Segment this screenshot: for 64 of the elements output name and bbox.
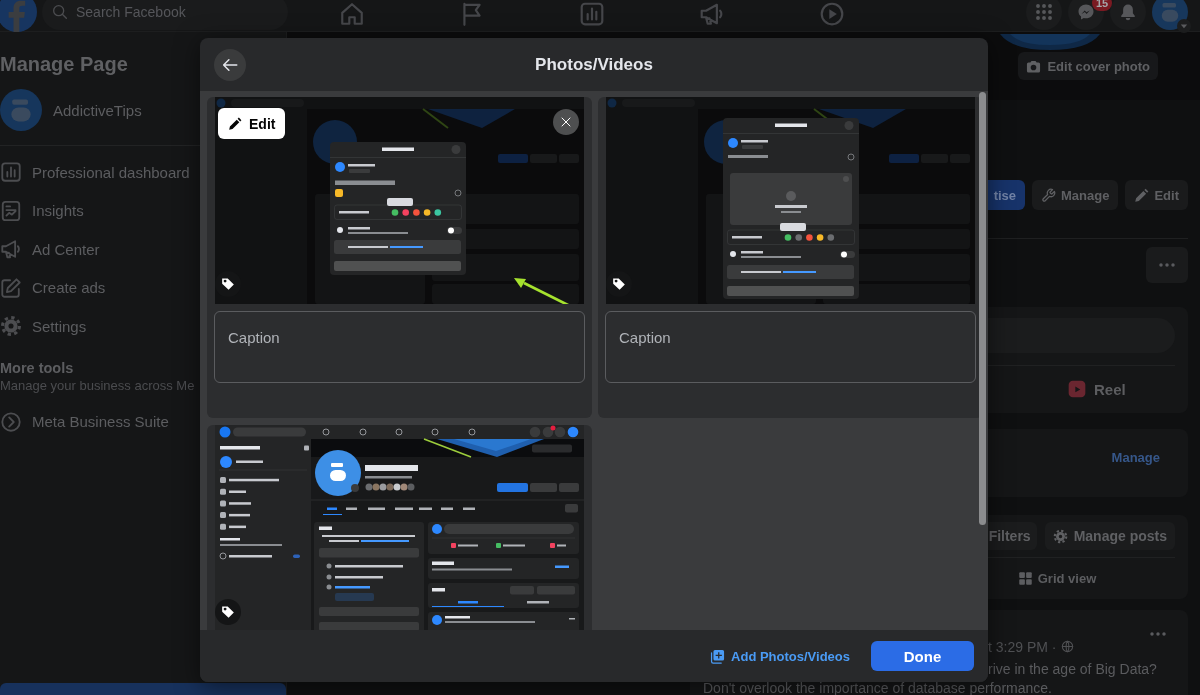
grid-view-icon [1017, 570, 1033, 586]
wrench-icon [1041, 187, 1057, 203]
avatar-icon [0, 89, 42, 131]
edit-button[interactable]: Edit [218, 108, 286, 139]
sidebar-item[interactable]: Settings [0, 307, 87, 346]
pencil-icon [1134, 187, 1150, 203]
sidebar-item[interactable]: Ad Center [0, 230, 100, 269]
reel-button[interactable]: Reel [1066, 379, 1126, 399]
menu-button[interactable] [1026, 0, 1062, 30]
gear-icon [0, 315, 22, 338]
search-icon [52, 4, 68, 20]
tag-icon [612, 277, 626, 291]
grid-icon [1035, 3, 1053, 21]
close-icon [560, 116, 572, 128]
dots-icon [1159, 263, 1175, 267]
grid-view-tab[interactable]: Grid view [1017, 570, 1097, 586]
section-title: More tools [0, 358, 74, 377]
search-field[interactable]: Search Facebook [42, 0, 288, 30]
scrollbar[interactable] [979, 92, 986, 525]
sidebar-item[interactable]: Insights [0, 191, 84, 230]
reel-icon [1066, 379, 1087, 399]
home-icon[interactable] [339, 1, 365, 27]
tag-icon [221, 605, 235, 619]
sidebar-item[interactable]: Meta Business Suite [0, 402, 169, 441]
caption-field[interactable]: Caption [214, 311, 585, 383]
megaphone-icon [0, 238, 22, 261]
square-pencil-icon [0, 276, 22, 299]
chat-icon [1077, 3, 1095, 21]
sidebar-title: Manage Page [0, 52, 128, 77]
pencil-icon [228, 116, 242, 131]
manage-posts-button[interactable]: Manage posts [1044, 522, 1175, 550]
dialog-title: Photos/Videos [535, 54, 653, 75]
post-text: rive in the age of Big Data? [987, 660, 1158, 679]
more-button[interactable] [1146, 247, 1188, 283]
action-button[interactable]: Edit [1125, 180, 1188, 210]
chart-icon[interactable] [579, 1, 605, 27]
megaphone-icon[interactable] [699, 1, 725, 27]
chart-icon [0, 161, 22, 184]
tag-icon [221, 277, 235, 291]
dots-icon[interactable] [1150, 632, 1166, 636]
bell-icon [1119, 3, 1137, 21]
add-photos-link[interactable]: Add Photos/Videos [710, 648, 850, 664]
back-button[interactable] [214, 48, 246, 81]
edit-cover-button[interactable]: Edit cover photo [1018, 52, 1158, 80]
sidebar-item[interactable]: Create ads [0, 268, 106, 307]
chevron-circle-icon [0, 410, 22, 433]
globe-icon [1061, 640, 1075, 653]
done-button[interactable]: Done [871, 641, 974, 671]
logo-icon[interactable] [0, 0, 37, 32]
post-text: Don't overlook the importance of database performance. [703, 679, 1053, 695]
report-icon [0, 199, 22, 222]
notifications-button[interactable] [1110, 0, 1146, 30]
sidebar-button[interactable] [0, 683, 286, 695]
action-button[interactable]: Manage [1032, 180, 1119, 210]
camera-icon [1026, 58, 1042, 74]
gear-icon [1052, 528, 1068, 544]
page-name[interactable]: AddictiveTips [53, 101, 142, 119]
sidebar-item[interactable]: Professional dashboard [0, 153, 190, 192]
add-photo-icon [710, 648, 726, 664]
account-button[interactable] [1152, 0, 1188, 30]
caption-field[interactable]: Caption [605, 311, 976, 383]
manage-link[interactable]: Manage [1111, 450, 1160, 466]
notification-badge: 15 [1092, 0, 1113, 11]
play-circle-icon[interactable] [819, 1, 845, 27]
